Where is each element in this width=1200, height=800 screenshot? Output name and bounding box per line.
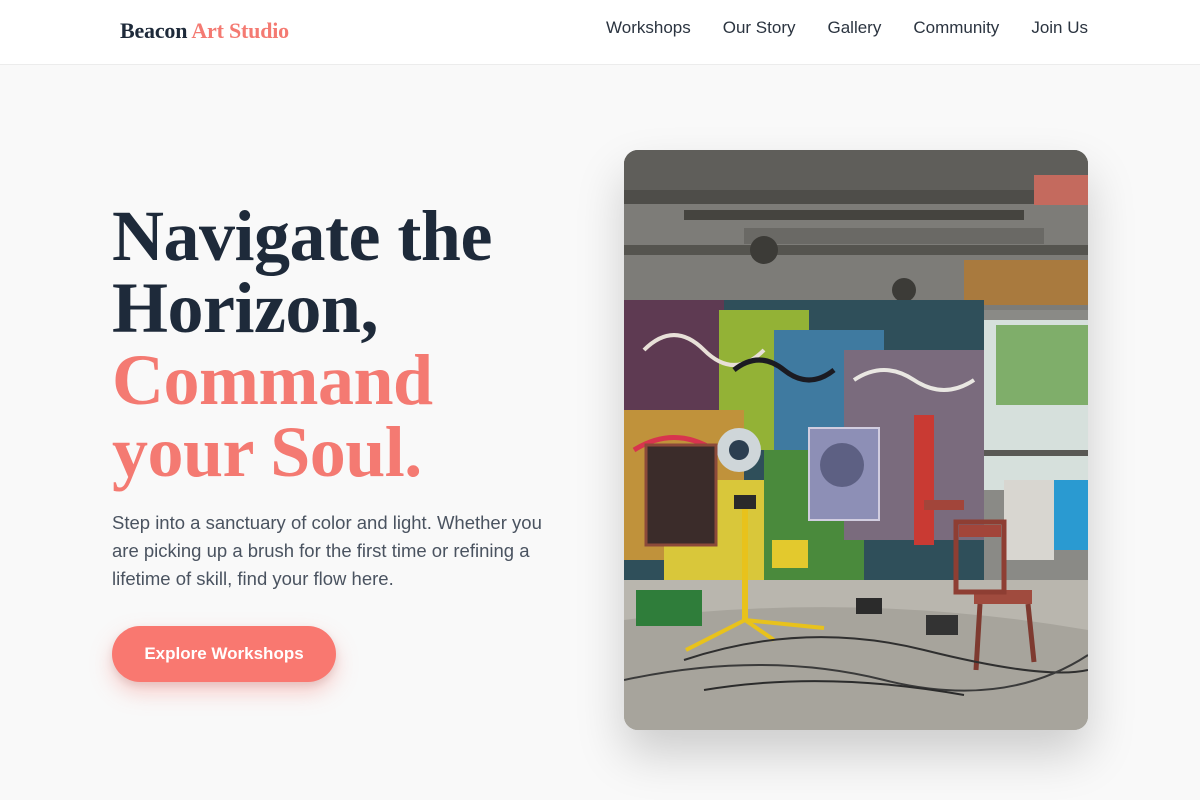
hero-title-line-4: your Soul. [112, 412, 422, 492]
brand-name-primary: Beacon [120, 18, 188, 43]
hero-title-line-3: Command [112, 340, 433, 420]
main-nav: Workshops Our Story Gallery Community Jo… [606, 18, 1088, 38]
nav-item-our-story[interactable]: Our Story [723, 18, 796, 38]
site-header: Beacon Art Studio Workshops Our Story Ga… [0, 0, 1200, 65]
brand-name-accent: Art Studio [191, 18, 289, 43]
nav-item-workshops[interactable]: Workshops [606, 18, 691, 38]
hero-title-line-1: Navigate the [112, 196, 492, 276]
hero-title-line-2: Horizon, [112, 268, 378, 348]
hero-title: Navigate the Horizon, Command your Soul. [112, 200, 592, 488]
studio-photo [624, 150, 1088, 730]
nav-item-community[interactable]: Community [913, 18, 999, 38]
explore-workshops-button[interactable]: Explore Workshops [112, 626, 336, 682]
nav-item-join-us[interactable]: Join Us [1031, 18, 1088, 38]
brand-logo[interactable]: Beacon Art Studio [120, 18, 289, 44]
hero-subtitle: Step into a sanctuary of color and light… [112, 512, 542, 589]
nav-item-gallery[interactable]: Gallery [827, 18, 881, 38]
